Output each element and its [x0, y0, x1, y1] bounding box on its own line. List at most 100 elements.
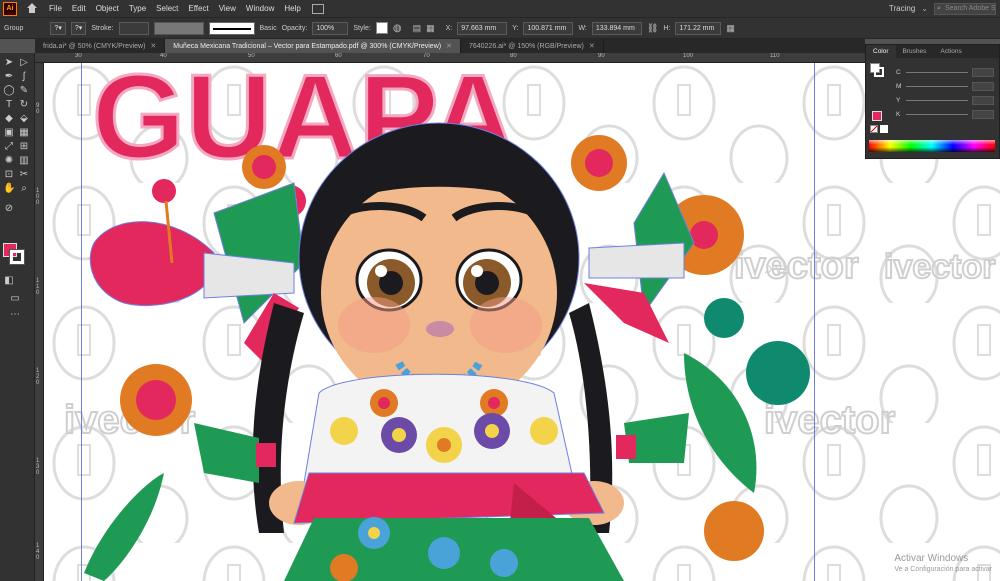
- zoom-tool-icon[interactable]: ⌕: [18, 183, 30, 195]
- horizontal-ruler: 30 40 50 60 70 80 90 100 110: [35, 53, 865, 63]
- black-field[interactable]: [972, 109, 994, 119]
- stroke-swatch[interactable]: [9, 249, 25, 265]
- hand-tool-icon[interactable]: ✋: [3, 183, 15, 195]
- paintbrush-tool-icon[interactable]: ✎: [18, 85, 30, 97]
- rotate-tool-icon[interactable]: ↻: [18, 99, 30, 111]
- menu-file[interactable]: File: [44, 4, 67, 13]
- link-icon[interactable]: ⛓: [647, 23, 658, 34]
- ruler-label: 30: [75, 53, 82, 59]
- curvature-tool-icon[interactable]: ∫: [18, 71, 30, 83]
- tab-brushes[interactable]: Brushes: [896, 45, 934, 58]
- menu-select[interactable]: Select: [151, 4, 183, 13]
- stock-search-input[interactable]: Search Adobe St: [934, 2, 996, 15]
- ruler-label: 40: [160, 53, 167, 59]
- fill-selector[interactable]: ?▾: [50, 21, 66, 35]
- close-icon[interactable]: ✕: [589, 42, 595, 50]
- color-spectrum[interactable]: [869, 140, 995, 152]
- yellow-field[interactable]: [972, 95, 994, 105]
- menu-effect[interactable]: Effect: [183, 4, 213, 13]
- y-field[interactable]: 100.871 mm: [523, 21, 574, 35]
- edit-toolbar-icon[interactable]: ⋯: [9, 309, 21, 321]
- perspective-tool-icon[interactable]: ⊞: [18, 141, 30, 153]
- graph-tool-icon[interactable]: ▥: [18, 155, 30, 167]
- transform-icon[interactable]: ▦: [426, 23, 435, 34]
- home-icon[interactable]: [26, 2, 38, 15]
- pattern-sub: .xyz: [764, 260, 789, 276]
- menu-view[interactable]: View: [214, 4, 241, 13]
- x-field[interactable]: 97.663 mm: [457, 21, 508, 35]
- color-panel: Color Brushes Actions C M Y K: [865, 44, 1000, 159]
- menu-window[interactable]: Window: [241, 4, 279, 13]
- screen-mode-icon[interactable]: ▭: [9, 293, 21, 305]
- pen-tool-icon[interactable]: ✒: [3, 71, 15, 83]
- direct-selection-tool-icon[interactable]: ▷: [18, 57, 30, 69]
- chevron-down-icon[interactable]: ⌄: [921, 4, 928, 13]
- panel-color-swatch[interactable]: [872, 111, 882, 121]
- selection-tool-icon[interactable]: ➤: [3, 57, 15, 69]
- ruler-label: 70: [423, 53, 430, 59]
- eraser-tool-icon[interactable]: ◆: [3, 113, 15, 125]
- free-transform-tool-icon[interactable]: ⤢: [3, 141, 15, 153]
- yellow-slider[interactable]: [906, 99, 968, 101]
- recolor-icon[interactable]: ◍: [393, 23, 402, 34]
- graphic-style-swatch[interactable]: [375, 22, 388, 34]
- slice-tool-icon[interactable]: ✂: [18, 169, 30, 181]
- menu-object[interactable]: Object: [91, 4, 124, 13]
- stroke-selector[interactable]: ?▾: [70, 21, 87, 35]
- menu-edit[interactable]: Edit: [67, 4, 91, 13]
- tools-panel: ➤ ▷ ✒ ∫ ◯ ✎ T ↻ ◆ ⬙ ▣ ▦ ⤢ ⊞ ✺ ▥ ⊡ ✂ ✋ ⌕ …: [0, 53, 35, 581]
- menu-bar: Ai File Edit Object Type Select Effect V…: [0, 0, 1000, 17]
- type-tool-icon[interactable]: T: [3, 99, 15, 111]
- tab-actions[interactable]: Actions: [933, 45, 968, 58]
- variable-width-profile[interactable]: [153, 21, 204, 35]
- tab-frida[interactable]: frida.ai* @ 50% (CMYK/Preview) ✕: [35, 39, 166, 53]
- white-color-icon[interactable]: [880, 125, 888, 133]
- tab-7640226[interactable]: 7640226.ai* @ 150% (RGB/Preview) ✕: [461, 39, 604, 53]
- w-field[interactable]: 133.894 mm: [591, 21, 642, 35]
- cyan-row: C: [896, 67, 994, 77]
- artwork-illustration: ivector ivector ivector ivector .xyz GUA…: [44, 63, 1000, 581]
- workspace-switcher[interactable]: Tracing: [889, 4, 915, 13]
- close-icon[interactable]: ✕: [150, 42, 156, 50]
- black-row: K: [896, 109, 994, 119]
- opacity-field[interactable]: 100%: [312, 21, 349, 35]
- cyan-field[interactable]: [972, 67, 994, 77]
- more-options-icon[interactable]: ▦: [726, 23, 735, 34]
- x-label: X:: [445, 24, 453, 32]
- magenta-slider[interactable]: [906, 85, 968, 87]
- workspace-layout-icon[interactable]: [311, 3, 324, 14]
- menu-help[interactable]: Help: [279, 4, 305, 13]
- artboard-tool-icon[interactable]: ⊡: [3, 169, 15, 181]
- menu-type[interactable]: Type: [124, 4, 151, 13]
- stroke-weight-field[interactable]: [118, 21, 149, 35]
- brush-label: Basic: [259, 24, 277, 32]
- ruler-label: 140: [36, 543, 40, 561]
- magenta-field[interactable]: [972, 81, 994, 91]
- magenta-row: M: [896, 81, 994, 91]
- tab-muneca[interactable]: Muñeca Mexicana Tradicional – Vector par…: [165, 39, 461, 53]
- mesh-tool-icon[interactable]: ▦: [18, 127, 30, 139]
- shape-builder-tool-icon[interactable]: ⬙: [18, 113, 30, 125]
- brush-definition[interactable]: [208, 21, 255, 35]
- pattern-watermark: ivector: [884, 248, 996, 286]
- cyan-slider[interactable]: [906, 71, 968, 73]
- draw-mode-icon[interactable]: ◧: [3, 275, 15, 287]
- symbol-sprayer-tool-icon[interactable]: ✺: [3, 155, 15, 167]
- eyedropper-tool-icon[interactable]: ⊘: [3, 203, 15, 215]
- close-icon[interactable]: ✕: [446, 42, 452, 50]
- align-icon[interactable]: ▤: [413, 23, 422, 34]
- activation-subtitle: Ve a Configuración para activar: [894, 566, 992, 573]
- h-field[interactable]: 171.22 mm: [675, 21, 722, 35]
- panel-stroke-icon[interactable]: [874, 67, 884, 77]
- artboard-canvas[interactable]: ivector ivector ivector ivector .xyz GUA…: [44, 63, 1000, 581]
- ruler-label: 110: [770, 53, 780, 59]
- gradient-tool-icon[interactable]: ▣: [3, 127, 15, 139]
- none-color-icon[interactable]: [870, 125, 878, 133]
- yellow-row: Y: [896, 95, 994, 105]
- tab-label: Muñeca Mexicana Tradicional – Vector par…: [173, 42, 442, 50]
- control-bar: Group ?▾ ?▾ Stroke: Basic Opacity: 100% …: [0, 17, 1000, 39]
- ruler-label: 100: [683, 53, 694, 59]
- black-slider[interactable]: [906, 113, 968, 115]
- tab-color[interactable]: Color: [866, 45, 896, 58]
- ellipse-tool-icon[interactable]: ◯: [3, 85, 15, 97]
